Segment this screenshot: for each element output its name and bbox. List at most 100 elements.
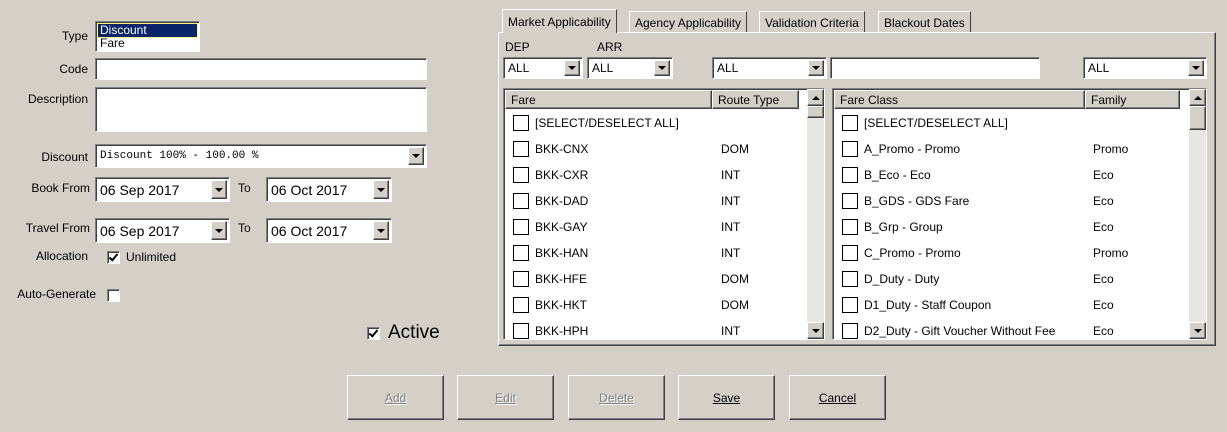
fare-class-list-name: B_GDS - GDS Fare: [864, 194, 970, 208]
checkbox-unchecked-icon[interactable]: [513, 219, 529, 235]
checkbox-unchecked-icon[interactable]: [513, 271, 529, 287]
fare-list-row[interactable]: BKK-HAN INT: [505, 240, 806, 266]
fare-class-list-type: Eco: [1093, 220, 1114, 234]
fare-class-list-row[interactable]: [SELECT/DESELECT ALL]: [834, 110, 1188, 136]
fare-column-header[interactable]: Fare: [505, 90, 712, 109]
dep-select[interactable]: ALL: [503, 57, 583, 79]
fare-class-list-name: [SELECT/DESELECT ALL]: [864, 116, 1008, 130]
tab-market-applicability[interactable]: Market Applicability: [502, 9, 617, 33]
chevron-down-icon: [812, 66, 820, 70]
fare-class-list-row[interactable]: D2_Duty - Gift Voucher Without Fee Eco: [834, 318, 1188, 339]
fare-list-row[interactable]: BKK-HKT DOM: [505, 292, 806, 318]
tab-agency-applicability[interactable]: Agency Applicability: [629, 11, 748, 33]
arr-value: ALL: [592, 61, 614, 75]
checkbox-unchecked-icon[interactable]: [842, 245, 858, 261]
fare-list-row[interactable]: BKK-CNX DOM: [505, 136, 806, 162]
unlimited-checkbox[interactable]: Unlimited: [107, 250, 176, 264]
route-type-select[interactable]: ALL: [712, 57, 827, 79]
fare-class-list-row[interactable]: B_Eco - Eco Eco: [834, 162, 1188, 188]
checkbox-unchecked-icon[interactable]: [842, 323, 858, 339]
fare-list-row[interactable]: BKK-CXR INT: [505, 162, 806, 188]
save-button[interactable]: Save: [678, 375, 775, 420]
scroll-down-button[interactable]: [807, 322, 824, 339]
fare-list-row[interactable]: BKK-GAY INT: [505, 214, 806, 240]
arr-dropdown-button[interactable]: [654, 60, 670, 76]
edit-button[interactable]: Edit: [457, 375, 554, 420]
checkbox-unchecked-icon[interactable]: [513, 193, 529, 209]
type-listbox[interactable]: Discount Fare: [95, 21, 200, 52]
fare-list-row[interactable]: BKK-HFE DOM: [505, 266, 806, 292]
chevron-down-icon: [811, 328, 820, 333]
checkbox-unchecked-icon[interactable]: [842, 141, 858, 157]
fare-class-list-scrollbar[interactable]: [1189, 89, 1206, 339]
fare-class-list-row[interactable]: D1_Duty - Staff Coupon Eco: [834, 292, 1188, 318]
family-column-header[interactable]: Family: [1085, 90, 1180, 109]
fare-list-name: BKK-CNX: [535, 142, 589, 156]
checkbox-unchecked-icon[interactable]: [842, 193, 858, 209]
checkbox-unchecked-icon[interactable]: [513, 245, 529, 261]
checkbox-unchecked-icon[interactable]: [513, 323, 529, 339]
auto-generate-label: Auto-Generate: [17, 287, 96, 301]
fare-list-cell: BKK-GAY: [513, 219, 713, 235]
delete-button[interactable]: Delete: [568, 375, 665, 420]
add-button[interactable]: Add: [347, 375, 444, 420]
checkbox-unchecked-icon[interactable]: [842, 219, 858, 235]
checkbox-unchecked-icon[interactable]: [513, 141, 529, 157]
active-checkbox[interactable]: Active: [367, 322, 440, 344]
fare-list-scrollbar[interactable]: [807, 89, 824, 339]
fare-list[interactable]: Fare Route Type [SELECT/DESELECT ALL] BKK…: [503, 88, 825, 340]
book-to-date[interactable]: 06 Oct 2017: [266, 177, 392, 202]
checkbox-unchecked-icon[interactable]: [842, 115, 858, 131]
travel-to-dropdown-button[interactable]: [373, 221, 389, 240]
fare-class-column-header[interactable]: Fare Class: [834, 90, 1085, 109]
dep-dropdown-button[interactable]: [564, 60, 580, 76]
discount-dropdown-button[interactable]: [408, 147, 424, 165]
family-select[interactable]: ALL: [1083, 57, 1207, 79]
fare-class-list-name: C_Promo - Promo: [864, 246, 961, 260]
travel-to-date[interactable]: 06 Oct 2017: [266, 218, 392, 243]
type-option-fare[interactable]: Fare: [98, 37, 197, 50]
scroll-down-button[interactable]: [1189, 322, 1206, 339]
route-type-column-header[interactable]: Route Type: [712, 90, 799, 109]
book-from-date[interactable]: 06 Sep 2017: [95, 177, 230, 202]
fare-list-name: BKK-DAD: [535, 194, 589, 208]
fare-class-list[interactable]: Fare Class Family [SELECT/DESELECT ALL] A…: [832, 88, 1207, 340]
checkbox-unchecked-icon[interactable]: [513, 297, 529, 313]
family-dropdown-button[interactable]: [1188, 60, 1204, 76]
checkbox-unchecked-icon[interactable]: [842, 271, 858, 287]
checkbox-unchecked-icon[interactable]: [842, 167, 858, 183]
fare-class-list-row[interactable]: B_Grp - Group Eco: [834, 214, 1188, 240]
fare-class-list-row[interactable]: A_Promo - Promo Promo: [834, 136, 1188, 162]
description-textarea[interactable]: [95, 87, 427, 132]
travel-from-date[interactable]: 06 Sep 2017: [95, 218, 230, 243]
scroll-thumb[interactable]: [1189, 106, 1206, 130]
code-label: Code: [59, 62, 88, 76]
fare-class-filter-input[interactable]: [830, 57, 1040, 79]
travel-from-dropdown-button[interactable]: [211, 221, 227, 240]
discount-select[interactable]: Discount 100% - 100.00 %: [95, 144, 427, 168]
checkbox-unchecked-icon[interactable]: [842, 297, 858, 313]
tab-validation-criteria[interactable]: Validation Criteria: [759, 11, 865, 33]
fare-class-list-row[interactable]: D_Duty - Duty Eco: [834, 266, 1188, 292]
checkbox-unchecked-icon[interactable]: [513, 115, 529, 131]
book-from-dropdown-button[interactable]: [211, 180, 227, 199]
fare-list-row[interactable]: BKK-HPH INT: [505, 318, 806, 339]
arr-select[interactable]: ALL: [587, 57, 673, 79]
scroll-thumb[interactable]: [807, 106, 824, 118]
fare-list-row[interactable]: [SELECT/DESELECT ALL]: [505, 110, 806, 136]
checkbox-unchecked-icon[interactable]: [513, 167, 529, 183]
cancel-button-label: Cancel: [818, 390, 857, 405]
auto-generate-checkbox[interactable]: [107, 288, 120, 303]
tab-blackout-dates[interactable]: Blackout Dates: [878, 11, 971, 33]
scroll-up-button[interactable]: [807, 89, 824, 106]
fare-class-list-row[interactable]: C_Promo - Promo Promo: [834, 240, 1188, 266]
travel-to-label: To: [238, 221, 251, 235]
book-to-dropdown-button[interactable]: [373, 180, 389, 199]
chevron-down-icon: [412, 154, 420, 158]
code-input[interactable]: [95, 58, 427, 80]
fare-list-row[interactable]: BKK-DAD INT: [505, 188, 806, 214]
route-type-dropdown-button[interactable]: [808, 60, 824, 76]
cancel-button[interactable]: Cancel: [789, 375, 886, 420]
scroll-up-button[interactable]: [1189, 89, 1206, 106]
fare-class-list-row[interactable]: B_GDS - GDS Fare Eco: [834, 188, 1188, 214]
